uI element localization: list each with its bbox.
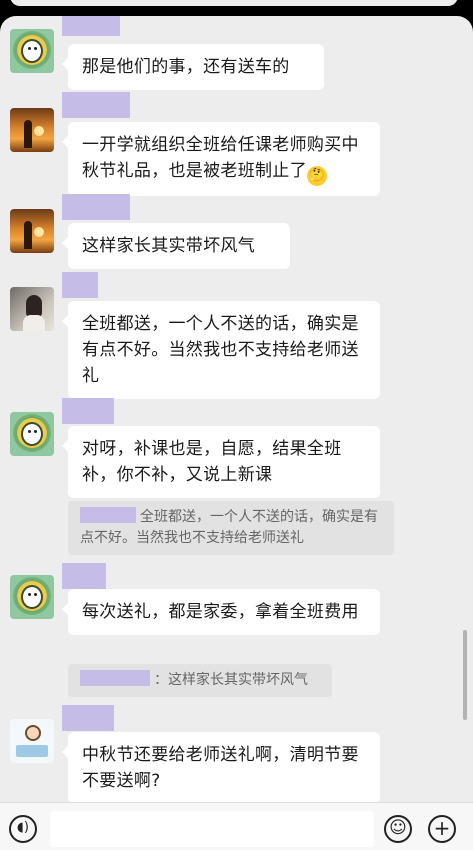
- message-input[interactable]: [50, 811, 374, 847]
- sender-name-redacted: [62, 398, 114, 424]
- chat-area[interactable]: 那是他们的事，还有送车的 一开学就组织全班给任课老师购买中秋节礼品，也是被老班制…: [0, 16, 473, 802]
- plus-icon[interactable]: +: [428, 815, 456, 843]
- avatar[interactable]: [10, 108, 54, 152]
- avatar-eye: [34, 47, 37, 50]
- avatar[interactable]: [10, 719, 54, 763]
- emoji-icon[interactable]: ☺: [384, 815, 412, 843]
- thinking-face-emoji: 🤔: [306, 166, 327, 186]
- avatar[interactable]: [10, 29, 54, 73]
- voice-icon[interactable]: ◖): [9, 815, 37, 843]
- avatar-figure: [24, 120, 32, 148]
- sender-name-redacted: [62, 705, 114, 731]
- quoted-sender-redacted: [80, 670, 150, 686]
- avatar[interactable]: [10, 575, 54, 619]
- avatar-head: [25, 725, 41, 741]
- scrollbar[interactable]: [463, 630, 467, 720]
- avatar-figure: [24, 221, 32, 249]
- avatar-eye: [28, 47, 31, 50]
- avatar[interactable]: [10, 287, 54, 331]
- input-bar: ◖) ☺ +: [0, 802, 473, 850]
- avatar-body: [23, 315, 45, 331]
- avatar-eye: [34, 430, 37, 433]
- sender-name-redacted: [62, 563, 106, 589]
- avatar[interactable]: [10, 412, 54, 456]
- message-bubble[interactable]: 那是他们的事，还有送车的: [62, 44, 324, 90]
- avatar-flower-face: [21, 39, 43, 63]
- message-text: 每次送礼，都是家委，拿着全班费用: [82, 602, 359, 622]
- message-bubble[interactable]: 中秋节还要给老师送礼啊，清明节要不要送啊?: [62, 732, 380, 802]
- avatar-flower-face: [21, 422, 43, 446]
- avatar-eye: [28, 430, 31, 433]
- previous-panel-edge: [10, 0, 458, 6]
- quoted-reply[interactable]: 全班都送，一个人不送的话，确实是有点不好。当然我也不支持给老师送礼: [68, 501, 394, 555]
- top-bar: [0, 0, 473, 16]
- message-text: 中秋节还要给老师送礼啊，清明节要不要送啊?: [82, 745, 359, 791]
- sender-name-redacted: [62, 272, 98, 298]
- message-text: 全班都送，一个人不送的话，确实是有点不好。当然我也不支持给老师送礼: [82, 314, 359, 386]
- message-text: 对呀，补课也是，自愿，结果全班补，你不补，又说上新课: [82, 439, 342, 485]
- message-bubble[interactable]: 对呀，补课也是，自愿，结果全班补，你不补，又说上新课: [62, 426, 380, 498]
- avatar-eye: [34, 593, 37, 596]
- sender-name-redacted: [62, 16, 120, 36]
- avatar-hair: [26, 295, 42, 317]
- message-bubble[interactable]: 每次送礼，都是家委，拿着全班费用: [62, 589, 380, 635]
- message-text: 那是他们的事，还有送车的: [82, 57, 290, 77]
- sender-name-redacted: [62, 92, 130, 118]
- sender-name-redacted: [62, 194, 130, 220]
- message-bubble[interactable]: 一开学就组织全班给任课老师购买中秋节礼品，也是被老班制止了 🤔: [62, 122, 380, 196]
- avatar-sun: [34, 227, 44, 237]
- avatar-laptop: [16, 745, 48, 757]
- avatar-eye: [28, 593, 31, 596]
- quoted-sender-redacted: [80, 507, 136, 523]
- message-bubble[interactable]: 全班都送，一个人不送的话，确实是有点不好。当然我也不支持给老师送礼: [62, 301, 380, 399]
- quoted-reply[interactable]: ：这样家长其实带坏风气: [68, 664, 332, 697]
- message-bubble[interactable]: 这样家长其实带坏风气: [62, 223, 290, 269]
- avatar-sun: [34, 126, 44, 136]
- message-text: 这样家长其实带坏风气: [82, 236, 255, 256]
- quoted-text: ：这样家长其实带坏风气: [154, 672, 308, 688]
- avatar[interactable]: [10, 209, 54, 253]
- avatar-flower-face: [21, 585, 43, 609]
